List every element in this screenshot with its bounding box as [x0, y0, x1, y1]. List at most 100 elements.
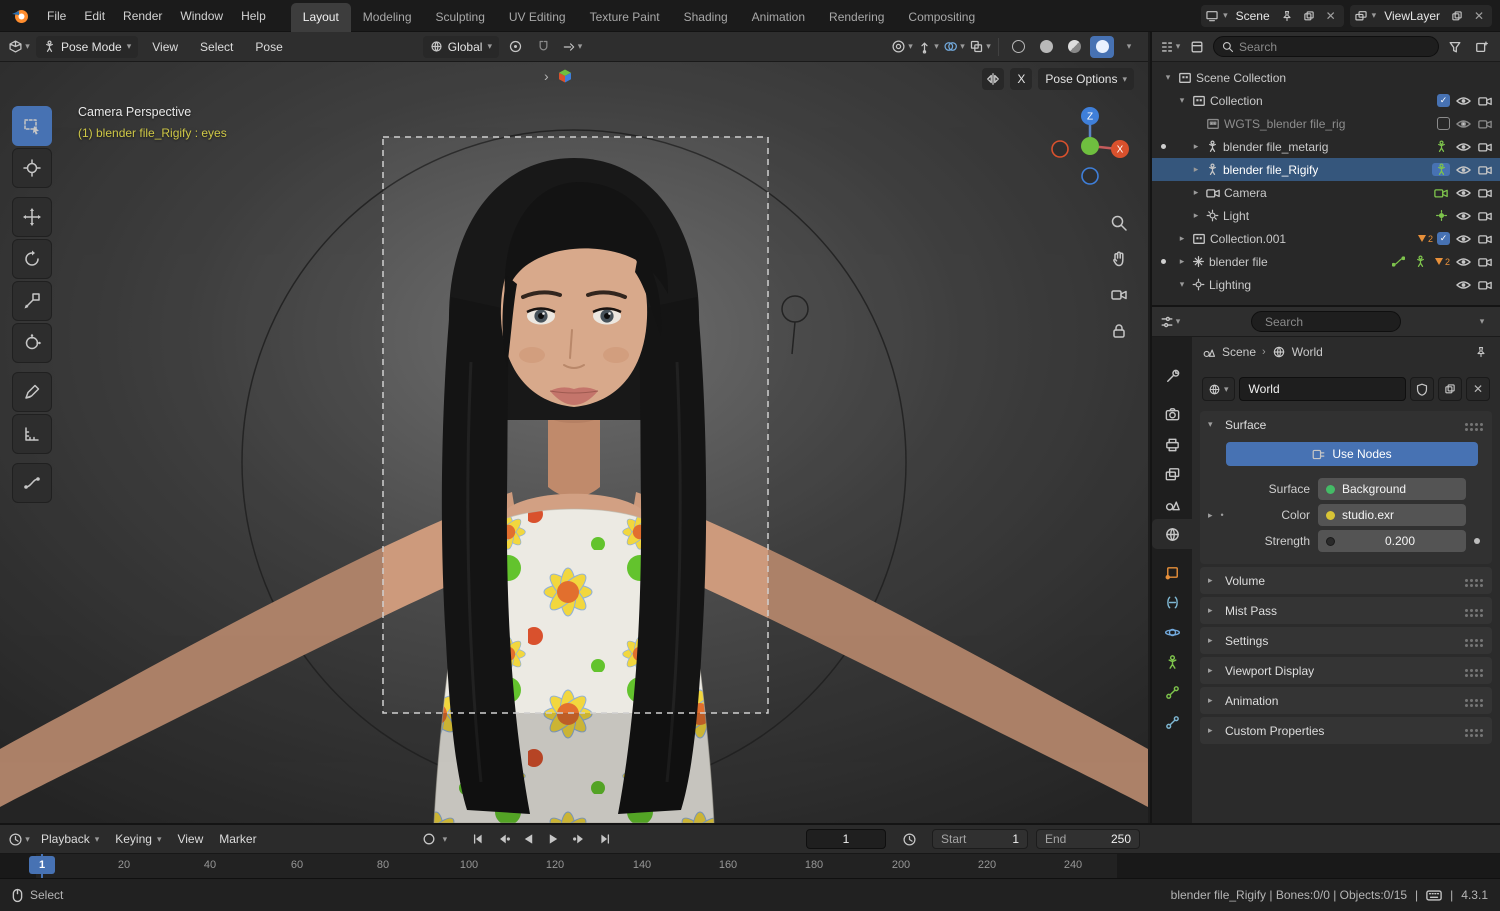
outliner-row-collection-001[interactable]: ▸ Collection.001 2 ✓ — [1152, 227, 1500, 250]
pin-icon[interactable] — [1472, 343, 1490, 361]
new-collection-button[interactable] — [1471, 36, 1493, 58]
expand-icon[interactable]: ▸ — [1176, 233, 1188, 244]
render-camera-toggle[interactable] — [1476, 141, 1494, 152]
editor-type-selector[interactable]: ▾ — [8, 36, 30, 58]
outliner-search[interactable] — [1213, 36, 1439, 57]
new-scene-icon[interactable] — [1300, 7, 1318, 25]
props-tab-bone-constraint[interactable] — [1152, 707, 1192, 737]
props-tab-render[interactable] — [1152, 399, 1192, 429]
drag-dots-icon[interactable] — [1465, 423, 1468, 426]
drag-dots-icon[interactable] — [1465, 729, 1468, 732]
hide-eye-toggle[interactable] — [1454, 234, 1472, 244]
hide-eye-toggle[interactable] — [1454, 142, 1472, 152]
workspace-tab-rendering[interactable]: Rendering — [817, 3, 896, 32]
expand-icon[interactable]: ▸ — [1190, 187, 1202, 198]
tool-scale[interactable] — [12, 281, 52, 321]
viewport-display-panel-header[interactable]: ▸ Viewport Display — [1200, 657, 1492, 684]
drag-dots-icon[interactable] — [1465, 699, 1468, 702]
animation-panel-header[interactable]: ▸ Animation — [1200, 687, 1492, 714]
color-value-field[interactable]: studio.exr — [1318, 504, 1466, 526]
playback-menu[interactable]: Playback ▾ — [36, 832, 104, 846]
menu-view[interactable]: View — [144, 36, 186, 58]
collection-checkbox[interactable]: ✓ — [1437, 232, 1450, 245]
keying-menu[interactable]: Keying ▾ — [110, 832, 166, 846]
drag-dots-icon[interactable] — [1465, 669, 1468, 672]
mode-selector[interactable]: Pose Mode ▾ — [36, 35, 139, 58]
props-tab-data[interactable] — [1152, 647, 1192, 677]
menu-pose[interactable]: Pose — [247, 36, 290, 58]
pose-options-dropdown[interactable]: Pose Options ▾ — [1038, 68, 1134, 90]
new-viewlayer-icon[interactable] — [1448, 7, 1466, 25]
workspace-tab-compositing[interactable]: Compositing — [896, 3, 987, 32]
marker-menu[interactable]: Marker — [214, 832, 261, 846]
menu-select[interactable]: Select — [192, 36, 241, 58]
lock-view-icon[interactable] — [1106, 318, 1132, 344]
props-tab-tool[interactable] — [1152, 361, 1192, 391]
x-mirror-toggle[interactable]: X — [1010, 68, 1033, 90]
props-tab-bone[interactable] — [1152, 677, 1192, 707]
close-icon[interactable]: ✕ — [1470, 7, 1488, 25]
unlink-world-button[interactable]: ✕ — [1466, 377, 1490, 401]
previous-keyframe-button[interactable] — [492, 829, 515, 850]
tool-transform[interactable] — [12, 323, 52, 363]
filter-funnel-icon[interactable] — [1444, 36, 1466, 58]
props-tab-object[interactable] — [1152, 557, 1192, 587]
jump-to-end-button[interactable] — [592, 829, 615, 850]
properties-options-dropdown[interactable]: ▾ — [1471, 311, 1493, 333]
workspace-tab-uv-editing[interactable]: UV Editing — [497, 3, 578, 32]
render-camera-toggle[interactable] — [1476, 187, 1494, 198]
drag-dots-icon[interactable] — [1465, 579, 1468, 582]
browse-world-button[interactable]: ▾ — [1202, 377, 1235, 401]
render-camera-toggle[interactable] — [1476, 118, 1494, 129]
play-reverse-button[interactable] — [517, 829, 540, 850]
collection-checkbox[interactable]: ✓ — [1437, 94, 1450, 107]
frame-start-field[interactable]: Start 1 — [932, 829, 1028, 849]
render-camera-toggle[interactable] — [1476, 233, 1494, 244]
outliner-row-wgts[interactable]: WGTS_blender file_rig — [1152, 112, 1500, 135]
use-preview-range-toggle[interactable] — [898, 828, 920, 850]
outliner-row-collection[interactable]: ▾ Collection ✓ — [1152, 89, 1500, 112]
outliner-row-rigify[interactable]: ▸ blender file_Rigify — [1152, 158, 1500, 181]
props-tab-world[interactable] — [1152, 519, 1192, 549]
timeline-ruler[interactable]: 20 40 60 80 100 120 140 160 180 200 220 … — [0, 853, 1500, 878]
hide-eye-toggle[interactable] — [1454, 257, 1472, 267]
tool-select-box[interactable] — [12, 106, 52, 146]
drag-dots-icon[interactable] — [1465, 639, 1468, 642]
playhead-badge[interactable]: 1 — [29, 856, 55, 874]
volume-panel-header[interactable]: ▸ Volume — [1200, 567, 1492, 594]
tool-add-active[interactable] — [12, 463, 52, 503]
shading-rendered-button[interactable] — [1090, 35, 1114, 58]
outliner-row-metarig[interactable]: ▸ blender file_metarig — [1152, 135, 1500, 158]
use-nodes-button[interactable]: Use Nodes — [1226, 442, 1478, 466]
overlays-dropdown[interactable]: ▾ — [943, 36, 965, 58]
hide-eye-toggle[interactable] — [1454, 211, 1472, 221]
workspace-tab-shading[interactable]: Shading — [672, 3, 740, 32]
xray-dropdown[interactable]: ▾ — [969, 36, 991, 58]
pin-icon[interactable] — [1278, 7, 1296, 25]
frame-end-field[interactable]: End 250 — [1036, 829, 1140, 849]
editor-type-selector[interactable]: ▾ — [1159, 311, 1181, 333]
render-camera-toggle[interactable] — [1476, 164, 1494, 175]
mirror-icon[interactable] — [982, 68, 1005, 90]
workspace-tab-texture-paint[interactable]: Texture Paint — [578, 3, 672, 32]
hide-eye-toggle[interactable] — [1454, 188, 1472, 198]
shading-dropdown[interactable]: ▾ — [1118, 36, 1140, 58]
render-camera-toggle[interactable] — [1476, 256, 1494, 267]
workspace-tab-layout[interactable]: Layout — [290, 2, 351, 32]
menu-help[interactable]: Help — [232, 4, 275, 28]
shading-solid-button[interactable] — [1034, 36, 1058, 58]
expand-icon[interactable]: ▸ — [1190, 210, 1202, 221]
outliner-row-scene-collection[interactable]: ▾ Scene Collection — [1152, 66, 1500, 89]
props-tab-scene[interactable] — [1152, 489, 1192, 519]
close-icon[interactable]: ✕ — [1322, 7, 1340, 25]
outliner-row-blender-file[interactable]: ▸ blender file 2 — [1152, 250, 1500, 273]
pivot-point-button[interactable] — [505, 36, 527, 58]
viewlayer-selector[interactable]: ▾ ViewLayer ✕ — [1349, 4, 1492, 27]
display-mode-button[interactable] — [1186, 36, 1208, 58]
outliner-row-light[interactable]: ▸ Light — [1152, 204, 1500, 227]
shading-wireframe-button[interactable] — [1006, 36, 1030, 58]
expand-icon[interactable]: ▾ — [1176, 279, 1188, 290]
3d-viewport[interactable]: › X Pose Options ▾ Camera Perspective (1… — [0, 62, 1148, 823]
tool-cursor[interactable] — [12, 148, 52, 188]
world-name-field[interactable]: World — [1238, 377, 1406, 401]
